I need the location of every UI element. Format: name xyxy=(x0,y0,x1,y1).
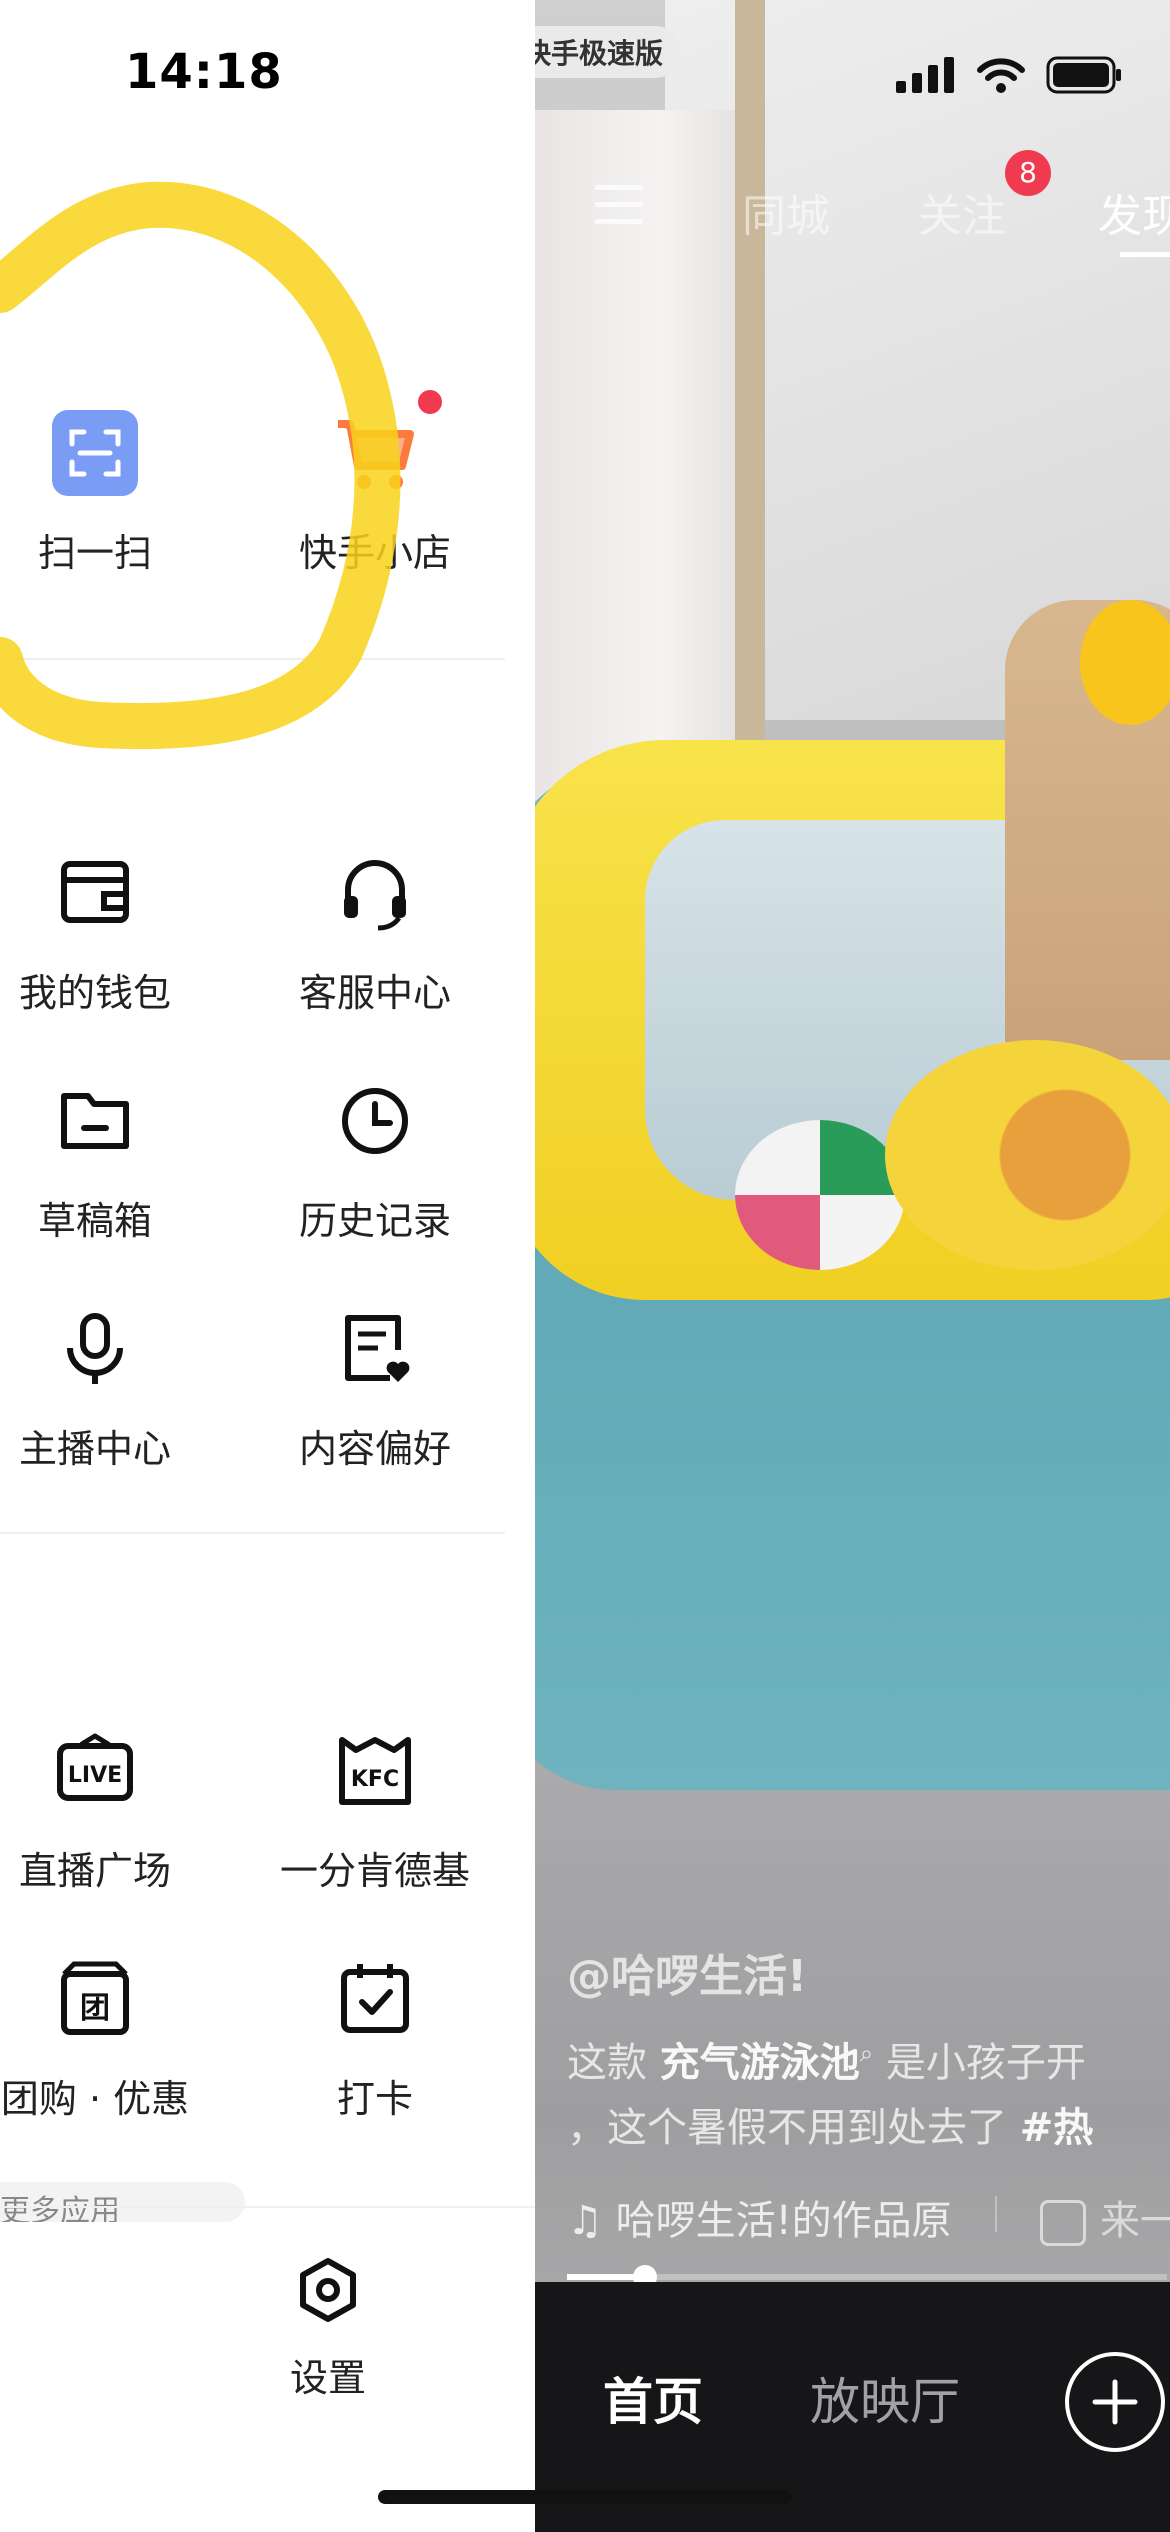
folder-icon xyxy=(61,1093,129,1149)
wallet-icon xyxy=(61,861,129,923)
content-preference-label: 内容偏好 xyxy=(298,1427,451,1471)
description-text: 这款 xyxy=(567,2040,660,2086)
clock-icon xyxy=(342,1088,408,1154)
tab-following[interactable]: 关注 xyxy=(918,180,1006,244)
live-square-label: 直播广场 xyxy=(18,1849,171,1893)
scan-button[interactable]: 扫一扫 xyxy=(0,410,215,577)
home-indicator[interactable] xyxy=(378,2490,792,2504)
signal-icon xyxy=(896,57,954,93)
wifi-icon xyxy=(977,58,1025,93)
active-tab-indicator xyxy=(1120,252,1170,257)
kfc-button[interactable]: KFC 一分肯德基 xyxy=(255,1728,495,1895)
description-line-1: 这款 充气游泳池⌕ 是小孩子开 xyxy=(567,2030,1086,2088)
section-divider xyxy=(0,658,505,660)
kfc-label: 一分肯德基 xyxy=(279,1849,470,1893)
customer-service-button[interactable]: 客服中心 xyxy=(255,850,495,1017)
kuaishou-shop-label: 快手小店 xyxy=(298,531,451,575)
drafts-button[interactable]: 草稿箱 xyxy=(0,1078,215,1245)
app-indicator-pill[interactable]: 快手极速版 xyxy=(535,26,682,78)
content-preference-button[interactable]: 内容偏好 xyxy=(255,1306,495,1473)
more-apps-chip[interactable]: 更多应用 xyxy=(0,2182,245,2222)
customer-service-label: 客服中心 xyxy=(298,971,451,1015)
drafts-label: 草稿箱 xyxy=(37,1199,152,1243)
nav-home[interactable]: 首页 xyxy=(603,2362,703,2434)
microphone-icon xyxy=(67,1313,123,1384)
music-info[interactable]: ♫ 哈啰生活!的作品原 xyxy=(567,2188,952,2246)
kfc-icon: KFC xyxy=(339,1737,411,1805)
check-in-label: 打卡 xyxy=(336,2077,413,2121)
music-extra-label: 来一 xyxy=(1100,2198,1170,2244)
plus-icon xyxy=(1092,2379,1138,2425)
side-drawer: 14:18 扫一扫 快手小店 我的钱包 客服中心 草稿箱 历史记录 主播中心 内… xyxy=(0,0,535,2532)
wallet-button[interactable]: 我的钱包 xyxy=(0,850,215,1017)
video-progress-bar[interactable] xyxy=(567,2265,1167,2289)
beach-ball xyxy=(735,1120,905,1270)
bullet-comment-icon xyxy=(1040,2200,1086,2246)
group-buy-icon: 团 xyxy=(61,1961,129,2035)
group-buy-label: 团购 · 优惠 xyxy=(0,2077,190,2121)
product-keyword-link[interactable]: 充气游泳池 xyxy=(660,2040,860,2086)
settings-button[interactable]: 设置 xyxy=(230,2255,426,2402)
create-button[interactable] xyxy=(1065,2352,1165,2452)
svg-text:LIVE: LIVE xyxy=(68,1763,122,1788)
headset-icon xyxy=(344,860,406,931)
settings-label: 设置 xyxy=(289,2356,366,2400)
notification-dot xyxy=(418,390,442,414)
wallet-label: 我的钱包 xyxy=(18,971,171,1015)
tab-nearby[interactable]: 同城 xyxy=(742,180,830,244)
description-text: ，这个暑假不用到处去了 xyxy=(567,2105,1020,2151)
history-button[interactable]: 历史记录 xyxy=(255,1078,495,1245)
svg-text:KFC: KFC xyxy=(351,1767,399,1792)
top-tab-bar: 同城 关注 发现 xyxy=(535,180,1170,242)
censored-face xyxy=(1080,600,1170,725)
video-feed[interactable]: 快手极速版 同城 关注 发现 8 @哈啰生活! 这款 充气游泳池⌕ 是小孩子开 … xyxy=(535,0,1170,2532)
following-badge: 8 xyxy=(1005,150,1051,196)
history-label: 历史记录 xyxy=(298,1199,451,1243)
bottom-divider xyxy=(0,2206,535,2208)
nav-theater[interactable]: 放映厅 xyxy=(810,2362,960,2434)
battery-icon xyxy=(1046,56,1121,94)
duck-float xyxy=(885,1040,1170,1270)
app-indicator-label: 快手极速版 xyxy=(535,37,664,70)
description-line-2: ，这个暑假不用到处去了 #热 xyxy=(567,2095,1093,2153)
calendar-check-icon xyxy=(341,1964,409,2033)
live-icon: LIVE xyxy=(57,1733,133,1801)
live-square-button[interactable]: LIVE 直播广场 xyxy=(0,1728,215,1895)
menu-icon[interactable] xyxy=(595,185,643,225)
music-extra[interactable]: 来一 xyxy=(1040,2188,1170,2246)
scan-icon xyxy=(52,410,138,496)
status-icons xyxy=(896,56,1122,94)
section-divider xyxy=(0,1532,505,1534)
music-separator xyxy=(995,2196,997,2232)
anchor-center-button[interactable]: 主播中心 xyxy=(0,1306,215,1473)
check-in-button[interactable]: 打卡 xyxy=(255,1956,495,2123)
description-text: 是小孩子开 xyxy=(873,2040,1086,2086)
svg-text:团: 团 xyxy=(80,1991,110,2026)
anchor-center-label: 主播中心 xyxy=(18,1427,171,1471)
search-icon: ⌕ xyxy=(859,2039,874,2068)
tab-discover[interactable]: 发现 xyxy=(1098,180,1170,244)
kuaishou-shop-button[interactable]: 快手小店 xyxy=(255,410,495,577)
highlight-scribble xyxy=(0,181,401,750)
settings-icon xyxy=(300,2258,356,2322)
scan-label: 扫一扫 xyxy=(37,531,152,575)
author-name[interactable]: @哈啰生活! xyxy=(567,1940,807,2004)
status-time: 14:18 xyxy=(125,44,283,100)
group-buy-button[interactable]: 团 团购 · 优惠 xyxy=(0,1956,215,2123)
preference-icon xyxy=(345,1315,410,1382)
shopping-cart-icon xyxy=(338,420,414,489)
hashtag-link[interactable]: #热 xyxy=(1020,2105,1094,2151)
